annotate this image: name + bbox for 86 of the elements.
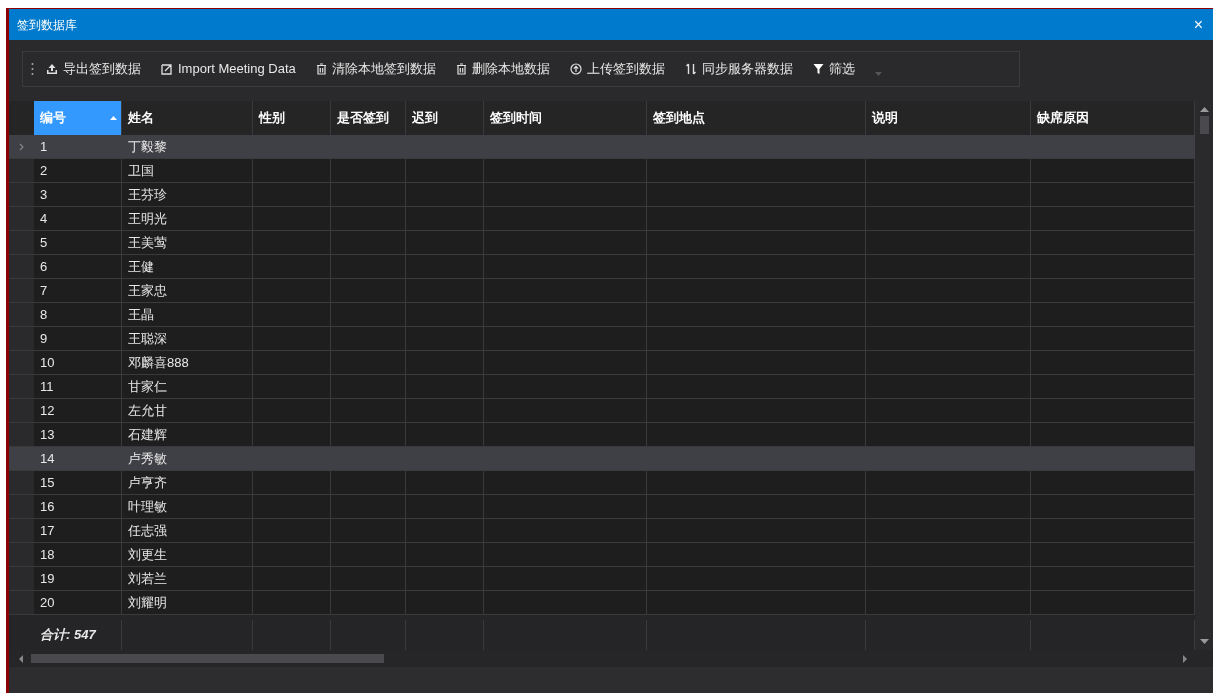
table-cell-text: 王聪深: [128, 329, 167, 348]
table-row[interactable]: 13 石建辉: [9, 423, 1195, 447]
table-cell-text: 王明光: [128, 209, 167, 228]
toolbar-button[interactable]: 筛选: [812, 59, 855, 79]
scroll-down-icon[interactable]: [1199, 639, 1209, 644]
table-cell-text: 卢亨齐: [128, 473, 167, 492]
table-cell-text: 15: [40, 473, 55, 492]
toolbar-button[interactable]: 上传签到数据: [569, 59, 665, 79]
toolbar-button[interactable]: 删除本地数据: [455, 59, 550, 79]
table-cell-text: 5: [40, 233, 48, 252]
toolbar-button[interactable]: Import Meeting Data: [161, 59, 296, 79]
table-row[interactable]: 9 王聪深: [9, 327, 1195, 351]
table-cell-text: 4: [40, 209, 48, 228]
table-cell-text: 17: [40, 521, 55, 540]
table-row[interactable]: 19 刘若兰: [9, 567, 1195, 591]
table-cell-text: 邓麟喜888: [128, 353, 189, 372]
table-row[interactable]: 10 邓麟喜888: [9, 351, 1195, 375]
trash-icon: [455, 63, 467, 75]
table-cell-text: 2: [40, 161, 48, 180]
table-cell-text: 卢秀敏: [128, 449, 167, 468]
table-row[interactable]: 17 任志强: [9, 519, 1195, 543]
import-icon: [161, 63, 173, 75]
table-row[interactable]: 20 刘耀明: [9, 591, 1195, 615]
trash-icon: [315, 63, 327, 75]
table-row[interactable]: 3 王芬珍: [9, 183, 1195, 207]
table-cell-text: 6: [40, 257, 48, 276]
table-cell-text: 刘若兰: [128, 569, 167, 588]
table-cell-text: 1: [40, 137, 48, 156]
table-cell-text: 刘更生: [128, 545, 167, 564]
table-cell-text: 20: [40, 593, 55, 612]
table-cell-text: 任志强: [128, 521, 167, 540]
window-title: 签到数据库: [17, 16, 77, 34]
table-row[interactable]: 18 刘更生: [9, 543, 1195, 567]
table-cell-text: 9: [40, 329, 48, 348]
total-count: 合计: 547: [40, 626, 96, 645]
table-cell-text: 王家忠: [128, 281, 167, 300]
table-row[interactable]: 7 王家忠: [9, 279, 1195, 303]
table-cell-text: 左允甘: [128, 401, 167, 420]
table-cell-text: 叶理敏: [128, 497, 167, 516]
scroll-up-icon[interactable]: [1199, 107, 1209, 112]
table-cell-text: 18: [40, 545, 55, 564]
table-cell-text: 13: [40, 425, 55, 444]
table-cell-text: 王芬珍: [128, 185, 167, 204]
table-row[interactable]: 14 卢秀敏: [9, 447, 1195, 471]
table-cell-text: 11: [40, 377, 54, 396]
table-cell-text: 8: [40, 305, 48, 324]
horizontal-scrollbar[interactable]: [9, 650, 1213, 667]
toolbar-button[interactable]: 导出签到数据: [46, 59, 141, 79]
grip-icon[interactable]: [31, 62, 34, 76]
sort-arrows-icon: [684, 63, 697, 75]
table-row[interactable]: 15 卢亨齐: [9, 471, 1195, 495]
table-cell-text: 14: [40, 449, 55, 468]
toolbar-button[interactable]: 同步服务器数据: [684, 59, 793, 79]
sort-ascending-icon: [110, 116, 117, 120]
table-cell-text: 12: [40, 401, 55, 420]
table-cell-text: 王美莺: [128, 233, 167, 252]
upload-tray-icon: [46, 63, 58, 75]
table-row[interactable]: 1 丁毅黎: [9, 135, 1195, 159]
table-cell-text: 王晶: [128, 305, 154, 324]
table-cell-text: 7: [40, 281, 48, 300]
table-cell-text: 石建辉: [128, 425, 167, 444]
close-button[interactable]: ×: [1189, 16, 1207, 33]
table-cell-text: 刘耀明: [128, 593, 167, 612]
scroll-thumb[interactable]: [31, 654, 384, 663]
table-cell-text: 19: [40, 569, 55, 588]
table-cell-text: 丁毅黎: [128, 137, 167, 156]
table-cell-text: 3: [40, 185, 48, 204]
table-cell-text: 16: [40, 497, 55, 516]
table-row[interactable]: 2 卫国: [9, 159, 1195, 183]
table-row[interactable]: 5 王美莺: [9, 231, 1195, 255]
table-cell-text: 10: [40, 353, 55, 372]
table-row[interactable]: 12 左允甘: [9, 399, 1195, 423]
table-row[interactable]: 4 王明光: [9, 207, 1195, 231]
table-cell-text: 卫国: [128, 161, 154, 180]
table-cell-text: 王健: [128, 257, 154, 276]
filter-icon: [812, 63, 824, 75]
table-cell-text: 甘家仁: [128, 377, 167, 396]
scroll-left-icon[interactable]: [19, 654, 23, 663]
table-row[interactable]: 6 王健: [9, 255, 1195, 279]
table-row[interactable]: 11 甘家仁: [9, 375, 1195, 399]
table-row[interactable]: 8 王晶: [9, 303, 1195, 327]
toolbar-button[interactable]: 清除本地签到数据: [315, 59, 436, 79]
upload-circle-icon: [569, 63, 582, 75]
table-row[interactable]: 16 叶理敏: [9, 495, 1195, 519]
scroll-right-icon[interactable]: [1183, 654, 1187, 663]
scroll-thumb[interactable]: [1199, 116, 1209, 134]
